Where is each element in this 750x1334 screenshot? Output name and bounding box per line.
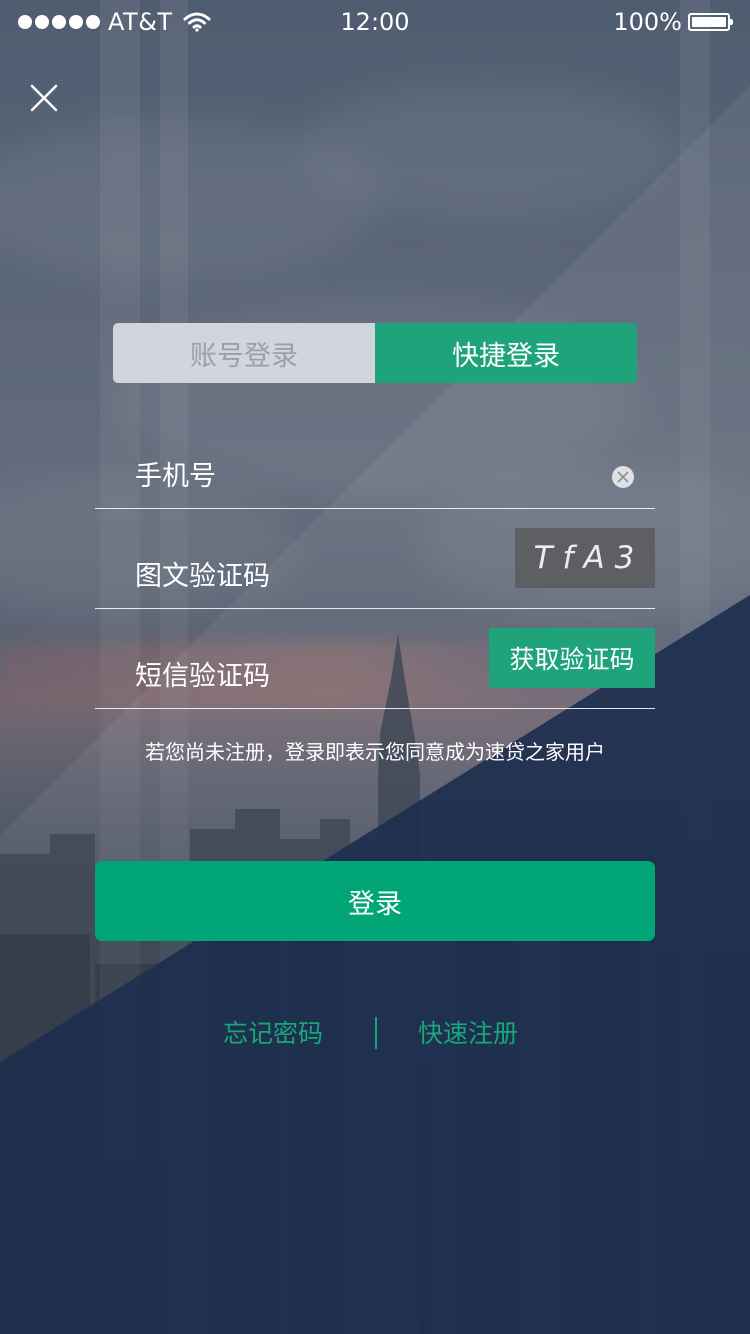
- tab-account-login[interactable]: 账号登录: [113, 323, 375, 383]
- login-button[interactable]: 登录: [95, 861, 655, 941]
- captcha-field-row: TfA3: [95, 528, 655, 609]
- agreement-text: 若您尚未注册，登录即表示您同意成为速贷之家用户: [145, 740, 605, 764]
- sms-code-input[interactable]: [135, 656, 465, 696]
- close-button[interactable]: [26, 80, 62, 116]
- login-mode-tabs: 账号登录 快捷登录: [113, 323, 637, 383]
- tab-quick-login[interactable]: 快捷登录: [375, 323, 637, 383]
- battery-icon: [688, 13, 733, 31]
- status-bar: AT&T 12:00 100%: [0, 0, 750, 40]
- link-divider: [375, 1017, 377, 1049]
- tab-label: 快捷登录: [452, 340, 560, 372]
- battery-percent: 100%: [613, 8, 682, 36]
- get-sms-code-button[interactable]: 获取验证码: [489, 628, 655, 688]
- quick-register-link[interactable]: 快速注册: [418, 1014, 518, 1050]
- close-icon: [30, 84, 58, 112]
- clear-input-icon[interactable]: [611, 465, 635, 489]
- phone-field-row: [95, 448, 655, 509]
- captcha-input[interactable]: [135, 556, 465, 596]
- forgot-password-link[interactable]: 忘记密码: [223, 1014, 323, 1050]
- bottom-links: 忘记密码 快速注册: [0, 1014, 750, 1054]
- captcha-image[interactable]: TfA3: [515, 528, 655, 588]
- status-right: 100%: [613, 8, 733, 36]
- phone-input[interactable]: [135, 456, 465, 496]
- battery-level: [692, 17, 726, 27]
- tab-label: 账号登录: [190, 340, 298, 372]
- sms-field-row: 获取验证码: [95, 628, 655, 709]
